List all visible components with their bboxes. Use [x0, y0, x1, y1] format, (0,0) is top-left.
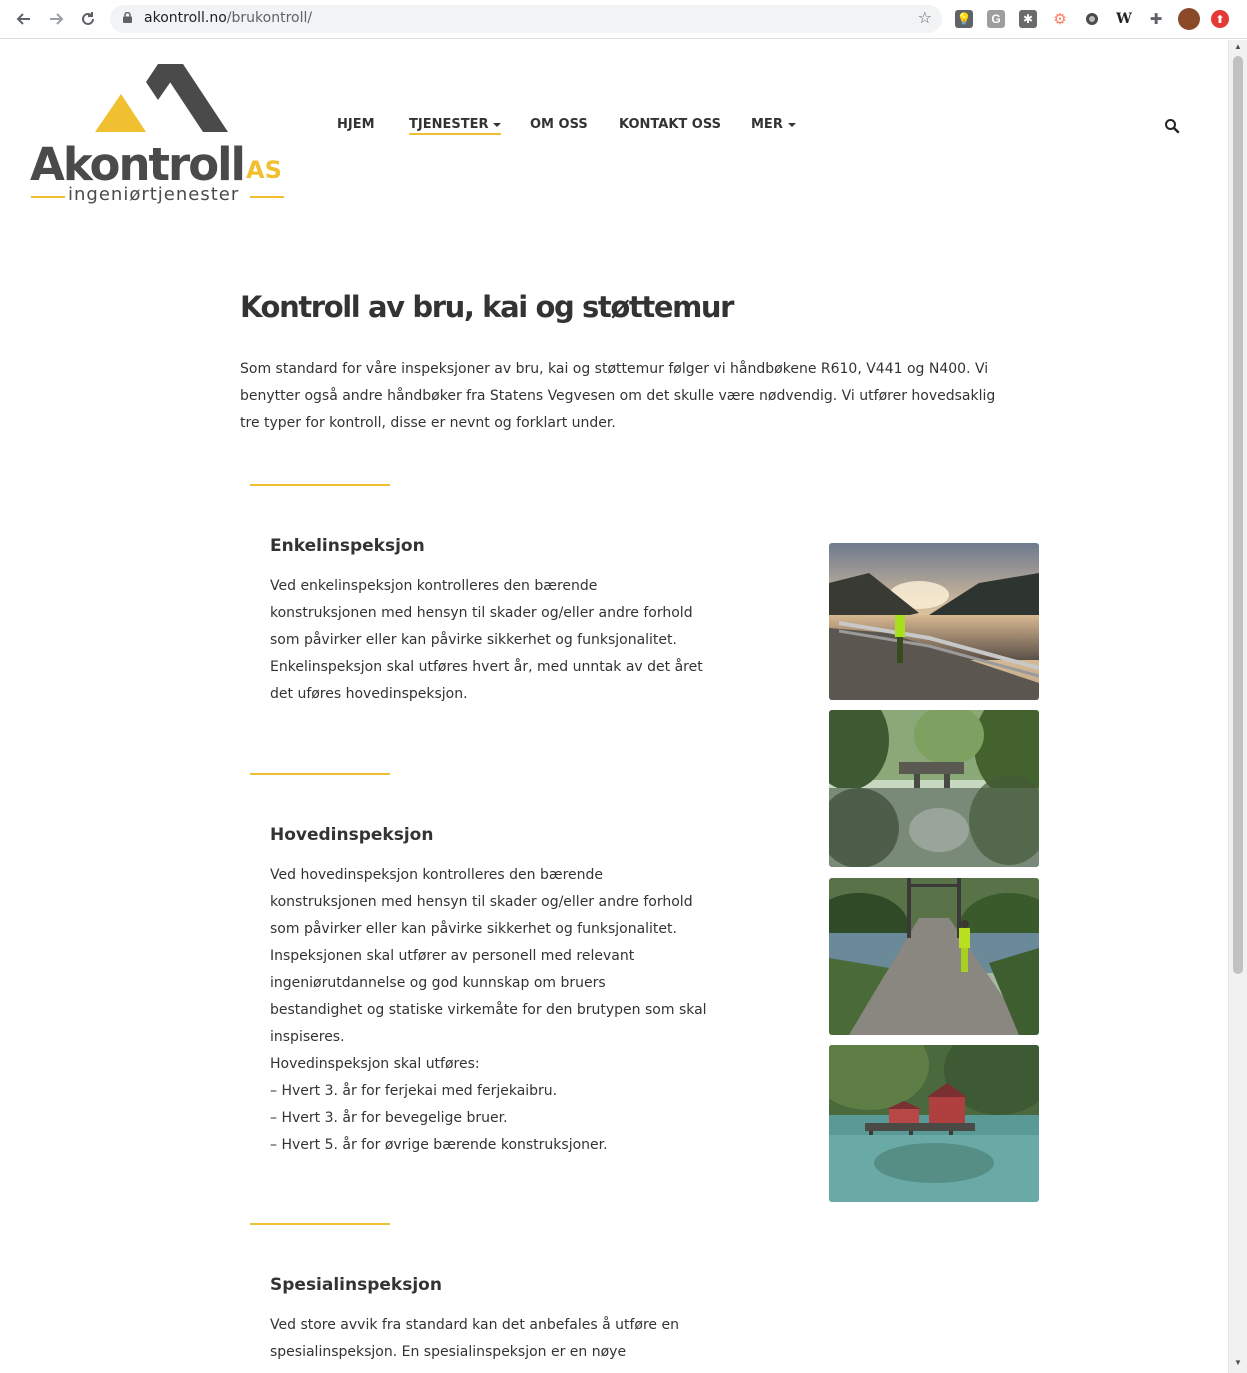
extension-puzzle-square-icon[interactable]: ✱ — [1019, 10, 1037, 28]
section-text-spesialinspeksjon: Ved store avvik fra standard kan det anb… — [270, 1312, 720, 1366]
text-line: som påvirker eller kan påvirke sikkerhet… — [270, 632, 677, 648]
photo-ferry-quay-red-houses[interactable] — [829, 1045, 1039, 1202]
extension-wikipedia-icon[interactable]: W — [1115, 10, 1133, 28]
photo-sunset-bridge-railing[interactable] — [829, 543, 1039, 700]
scrollbar-thumb[interactable] — [1233, 56, 1243, 974]
text-line: Enkelinspeksjon skal utføres hvert år, m… — [270, 659, 703, 675]
reload-icon[interactable] — [77, 8, 99, 30]
logo-mark-icon — [95, 64, 228, 132]
text-line: Ved enkelinspeksjon kontrolleres den bær… — [270, 578, 598, 594]
text-line: konstruksjonen med hensyn til skader og/… — [270, 605, 693, 621]
section-heading-hovedinspeksjon: Hovedinspeksjon — [270, 825, 434, 845]
chevron-down-icon — [787, 122, 796, 127]
page-title: Kontroll av bru, kai og støttemur — [240, 290, 734, 324]
intro-paragraph: Som standard for våre inspeksjoner av br… — [240, 361, 996, 431]
nav-item-mer-label: MER — [751, 117, 783, 132]
scroll-down-icon[interactable]: ▼ — [1234, 1358, 1242, 1367]
scroll-up-icon[interactable]: ▲ — [1234, 42, 1242, 51]
profile-avatar[interactable] — [1178, 8, 1200, 30]
nav-item-tjenester[interactable]: TJENESTER — [409, 117, 502, 135]
logo-tagline: ingeniørtjenester — [68, 184, 240, 205]
text-line: Hovedinspeksjon skal utføres: — [270, 1056, 480, 1072]
forward-icon[interactable] — [45, 8, 67, 30]
extension-upload-icon[interactable]: ⬆ — [1211, 10, 1229, 28]
extensions-puzzle-icon[interactable]: ✚ — [1147, 10, 1165, 28]
section-divider — [250, 773, 390, 775]
text-line: som påvirker eller kan påvirke sikkerhet… — [270, 921, 677, 937]
extension-g-icon[interactable]: G — [987, 10, 1005, 28]
page-viewport: Akontroll AS ingeniørtjenester HJEM TJEN… — [0, 40, 1228, 1373]
text-line: bestandighet og statiske virkemåte for d… — [270, 1002, 707, 1018]
nav-item-tjenester-label: TJENESTER — [409, 117, 489, 132]
text-line: det uføres hovedinspeksjon. — [270, 686, 468, 702]
lock-icon — [123, 12, 132, 23]
section-divider — [250, 1223, 390, 1225]
extension-lightbulb-icon[interactable]: 💡 — [955, 10, 973, 28]
address-bar[interactable]: akontroll.no/brukontroll/ ☆ — [110, 5, 942, 33]
text-line: konstruksjonen med hensyn til skader og/… — [270, 894, 693, 910]
site-logo[interactable]: Akontroll AS ingeniørtjenester — [28, 60, 290, 210]
section-text-enkelinspeksjon: Ved enkelinspeksjon kontrolleres den bær… — [270, 573, 720, 708]
nav-item-mer[interactable]: MER — [751, 117, 796, 132]
extension-circle-icon[interactable] — [1083, 10, 1101, 28]
extension-hubspot-icon[interactable]: ⚙ — [1051, 10, 1069, 28]
section-heading-spesialinspeksjon: Spesialinspeksjon — [270, 1275, 442, 1295]
text-line: inspiseres. — [270, 1029, 345, 1045]
logo-line-left — [31, 196, 65, 198]
photo-forest-bridge-lake[interactable] — [829, 710, 1039, 867]
browser-toolbar: akontroll.no/brukontroll/ ☆ 💡 G ✱ ⚙ W ✚ … — [0, 0, 1247, 39]
section-heading-enkelinspeksjon: Enkelinspeksjon — [270, 536, 425, 556]
text-line: ingeniørutdannelse og god kunnskap om br… — [270, 975, 606, 991]
search-icon[interactable] — [1164, 118, 1180, 134]
bookmark-star-icon[interactable]: ☆ — [918, 8, 932, 28]
back-icon[interactable] — [13, 8, 35, 30]
nav-item-kontakt-oss[interactable]: KONTAKT OSS — [619, 117, 721, 132]
url-text: akontroll.no/brukontroll/ — [144, 10, 312, 26]
text-line: – Hvert 3. år for bevegelige bruer. — [270, 1110, 508, 1126]
url-host: akontroll.no — [144, 10, 227, 26]
section-divider — [250, 484, 390, 486]
text-line: Ved hovedinspeksjon kontrolleres den bær… — [270, 867, 604, 883]
chevron-down-icon — [493, 122, 502, 127]
logo-suffix: AS — [246, 156, 282, 184]
text-line: spesialinspeksjon. En spesialinspeksjon … — [270, 1344, 627, 1360]
section-text-hovedinspeksjon: Ved hovedinspeksjon kontrolleres den bær… — [270, 862, 720, 1159]
url-path: /brukontroll/ — [226, 10, 313, 26]
text-line: Ved store avvik fra standard kan det anb… — [270, 1317, 679, 1333]
text-line: – Hvert 5. år for øvrige bærende konstru… — [270, 1137, 608, 1153]
photo-suspension-bridge-inspector[interactable] — [829, 878, 1039, 1035]
nav-item-hjem[interactable]: HJEM — [337, 117, 375, 132]
nav-item-om-oss[interactable]: OM OSS — [530, 117, 588, 132]
text-line: – Hvert 3. år for ferjekai med ferjekaib… — [270, 1083, 558, 1099]
logo-line-right — [250, 196, 284, 198]
text-line: Inspeksjonen skal utfører av personell m… — [270, 948, 635, 964]
page-scrollbar[interactable]: ▲ ▼ — [1228, 40, 1247, 1373]
